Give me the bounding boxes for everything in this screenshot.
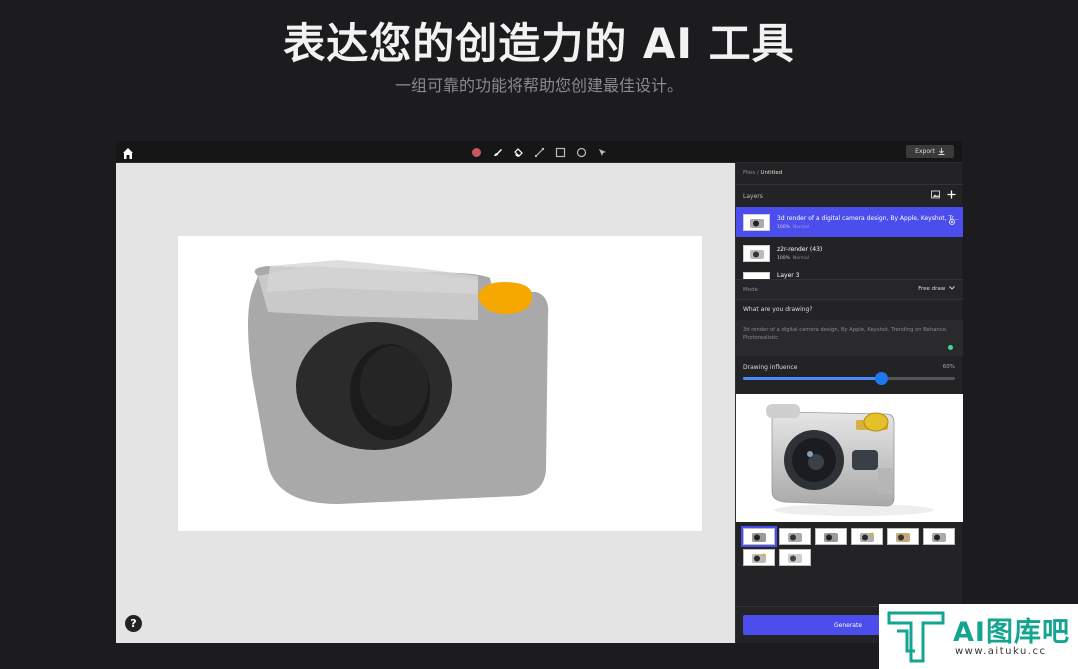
line-icon[interactable] <box>533 146 545 158</box>
layer-opacity: 100% <box>777 224 790 230</box>
thumbnail-5[interactable] <box>887 528 919 545</box>
layer-name: 3d render of a digital camera design, By… <box>777 214 959 222</box>
layer-name: Layer 3 <box>777 272 800 279</box>
mode-row: Mode Free draw <box>736 279 963 299</box>
prompt-input[interactable]: 3d render of a digital camera design, By… <box>736 320 963 356</box>
breadcrumb-current: Untitled <box>760 170 783 176</box>
circle-icon[interactable] <box>575 146 587 158</box>
drawing-canvas[interactable] <box>178 236 702 531</box>
mode-select[interactable]: Free draw <box>918 286 955 292</box>
home-icon[interactable] <box>122 145 134 159</box>
camera-render-image <box>766 404 934 516</box>
color-swatch-icon[interactable] <box>470 146 482 158</box>
top-toolbar: Export <box>116 141 962 163</box>
breadcrumb-files[interactable]: Files <box>743 170 755 176</box>
layer-item-3[interactable]: Layer 3 <box>736 269 963 279</box>
slider-fill <box>743 377 881 380</box>
divider <box>736 184 963 185</box>
brush-icon[interactable] <box>491 146 503 158</box>
layers-label: Layers <box>743 193 763 200</box>
thumbnail-6[interactable] <box>923 528 955 545</box>
thumbnail-1[interactable] <box>741 526 777 547</box>
thumbnail-2[interactable] <box>779 528 811 545</box>
layers-actions <box>931 190 956 199</box>
watermark-logo-icon <box>887 611 945 663</box>
layer-item-1[interactable]: 3d render of a digital camera design, By… <box>736 207 963 237</box>
hero-title: 表达您的创造力的 AI 工具 <box>283 19 795 68</box>
layer-blend-mode: Normal <box>792 224 810 230</box>
layer-item-2[interactable]: z2r-render (43) 100% Normal <box>736 238 963 268</box>
influence-value: 60% <box>942 364 955 370</box>
add-layer-icon[interactable] <box>947 190 956 199</box>
hero-subtitle: 一组可靠的功能将帮助您创建最佳设计。 <box>394 76 683 95</box>
rectangle-icon[interactable] <box>554 146 566 158</box>
add-image-icon[interactable] <box>931 190 941 199</box>
drawing-tools <box>470 144 608 160</box>
prompt-text: 3d render of a digital camera design, By… <box>743 327 948 341</box>
generation-thumbnails <box>741 526 958 566</box>
thumbnail-3[interactable] <box>815 528 847 545</box>
export-label: Export <box>915 148 935 155</box>
layer-name: z2r-render (43) <box>777 245 823 253</box>
visibility-icon[interactable] <box>949 219 955 225</box>
app-window: Export ? Files / Untitled Layers 3d rend… <box>116 141 963 643</box>
mode-label: Mode <box>743 287 758 293</box>
prompt-label: What are you drawing? <box>743 306 813 313</box>
generated-preview <box>736 394 963 522</box>
chevron-down-icon <box>949 286 955 290</box>
pointer-icon[interactable] <box>596 146 608 158</box>
slider-handle[interactable] <box>874 372 888 385</box>
breadcrumb: Files / Untitled <box>743 170 782 176</box>
camera-sketch <box>248 260 549 504</box>
influence-slider[interactable] <box>743 372 955 385</box>
watermark: AI图库吧 www.aituku.cc <box>879 604 1078 669</box>
export-button[interactable]: Export <box>906 145 954 158</box>
mode-value: Free draw <box>918 286 946 292</box>
thumbnail-7[interactable] <box>743 549 775 566</box>
watermark-url: www.aituku.cc <box>955 646 1047 657</box>
layer-opacity: 100% <box>777 255 790 261</box>
thumbnail-4[interactable] <box>851 528 883 545</box>
layer-thumbnail <box>743 244 770 262</box>
influence-label: Drawing influence <box>743 364 798 371</box>
influence-row: Drawing influence 60% <box>736 356 963 393</box>
layer-thumbnail <box>743 272 770 279</box>
layer-thumbnail <box>743 213 770 231</box>
help-button[interactable]: ? <box>125 615 142 632</box>
layer-blend-mode: Normal <box>792 255 810 261</box>
watermark-text: AI图库吧 <box>953 617 1070 648</box>
bucket-icon[interactable] <box>512 146 524 158</box>
canvas-area[interactable]: ? <box>116 163 735 643</box>
status-dot-icon <box>948 345 953 350</box>
right-panel: Files / Untitled Layers 3d render of a d… <box>735 163 963 643</box>
download-icon <box>938 148 945 155</box>
divider <box>736 299 963 300</box>
thumbnail-8[interactable] <box>779 549 811 566</box>
